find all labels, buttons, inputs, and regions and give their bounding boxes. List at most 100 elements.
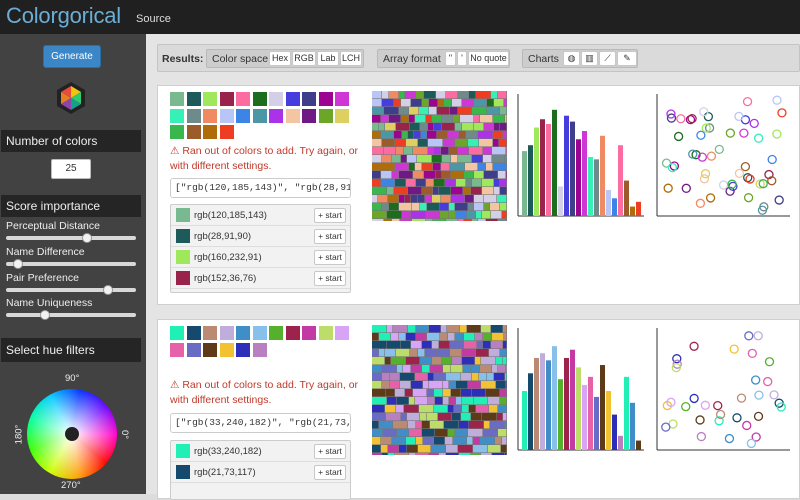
map-region xyxy=(491,211,501,218)
start-button[interactable]: + start xyxy=(314,271,346,286)
palette-swatch[interactable] xyxy=(220,109,234,123)
map-region xyxy=(468,139,478,146)
map-region xyxy=(472,389,485,396)
palette-swatch[interactable] xyxy=(170,109,184,123)
bar xyxy=(636,441,641,450)
name-difference-slider[interactable] xyxy=(6,262,136,266)
hue-wheel[interactable] xyxy=(27,389,117,479)
lch-button[interactable]: LCH xyxy=(340,51,362,66)
lab-button[interactable]: Lab xyxy=(317,51,339,66)
pair-preference-slider[interactable] xyxy=(6,288,136,292)
palette-swatch[interactable] xyxy=(302,326,316,340)
palette-swatch[interactable] xyxy=(335,92,349,106)
hue-label-180: 180° xyxy=(13,425,24,445)
palette-swatch[interactable] xyxy=(170,326,184,340)
palette-swatch[interactable] xyxy=(302,109,316,123)
palette-swatch[interactable] xyxy=(269,92,283,106)
palette-swatch[interactable] xyxy=(187,92,201,106)
start-button[interactable]: + start xyxy=(314,229,346,244)
palette-swatch[interactable] xyxy=(170,125,184,139)
palette-swatch[interactable] xyxy=(319,92,333,106)
start-button[interactable]: + start xyxy=(314,208,346,223)
palette-swatch[interactable] xyxy=(286,326,300,340)
number-of-colors-input[interactable]: 25 xyxy=(51,159,91,179)
start-button[interactable]: + start xyxy=(314,444,346,459)
color-row: rgb(21,73,117)+ start xyxy=(171,462,350,483)
palette-swatch[interactable] xyxy=(253,343,267,357)
palette-swatch[interactable] xyxy=(253,109,267,123)
palette-swatch[interactable] xyxy=(319,326,333,340)
palette-swatch[interactable] xyxy=(236,326,250,340)
map-region xyxy=(464,341,476,348)
double-quote-button[interactable]: " xyxy=(445,51,456,66)
palette-swatch[interactable] xyxy=(253,92,267,106)
map-region xyxy=(381,437,391,444)
warning-icon: ⚠ xyxy=(170,379,182,391)
map-region xyxy=(409,453,415,455)
color-array-output[interactable]: ["rgb(33,240,182)", "rgb(21,73,117)", "r… xyxy=(170,413,351,433)
palette-swatch[interactable] xyxy=(203,343,217,357)
palette-swatch[interactable] xyxy=(187,343,201,357)
map-region xyxy=(440,211,448,218)
palette-swatch[interactable] xyxy=(286,92,300,106)
palette-swatch[interactable] xyxy=(220,125,234,139)
palette-swatch[interactable] xyxy=(203,326,217,340)
palette-swatch[interactable] xyxy=(187,125,201,139)
palette-swatch[interactable] xyxy=(187,326,201,340)
bar xyxy=(606,391,611,450)
scatter-point xyxy=(743,421,751,429)
palette-swatch[interactable] xyxy=(220,326,234,340)
map-region xyxy=(390,381,399,388)
palette-swatch[interactable] xyxy=(236,92,250,106)
perceptual-distance-slider[interactable] xyxy=(6,236,136,240)
map-region xyxy=(490,203,499,210)
hex-button[interactable]: Hex xyxy=(269,51,291,66)
map-region xyxy=(409,397,414,404)
palette-swatch[interactable] xyxy=(220,92,234,106)
map-region xyxy=(406,139,417,146)
top-navbar: Colorgorical Source xyxy=(0,0,800,34)
slider-knob[interactable] xyxy=(13,259,23,269)
palette-swatch[interactable] xyxy=(335,326,349,340)
bar-chart-icon[interactable]: ▥ xyxy=(581,51,598,66)
map-region xyxy=(411,365,421,372)
palette-swatch[interactable] xyxy=(170,92,184,106)
palette-swatch[interactable] xyxy=(203,92,217,106)
map-region xyxy=(479,139,492,146)
palette-swatch[interactable] xyxy=(335,109,349,123)
palette-swatch[interactable] xyxy=(170,343,184,357)
map-region xyxy=(458,107,471,114)
map-region xyxy=(500,107,506,114)
palette-swatch[interactable] xyxy=(203,125,217,139)
palette-swatch[interactable] xyxy=(302,92,316,106)
palette-swatch[interactable] xyxy=(187,109,201,123)
palette-swatch[interactable] xyxy=(236,109,250,123)
map-region xyxy=(481,357,495,364)
start-button[interactable]: + start xyxy=(314,465,346,480)
single-quote-button[interactable]: ' xyxy=(457,51,467,66)
start-button[interactable]: + start xyxy=(314,250,346,265)
no-quote-button[interactable]: No quote xyxy=(468,51,509,66)
palette-swatch[interactable] xyxy=(236,343,250,357)
slider-knob[interactable] xyxy=(82,233,92,243)
color-array-output[interactable]: ["rgb(120,185,143)", "rgb(28,91,90)", "r… xyxy=(170,178,351,198)
name-uniqueness-slider[interactable] xyxy=(6,313,136,317)
rgb-button[interactable]: RGB xyxy=(292,51,316,66)
palette-swatch[interactable] xyxy=(203,109,217,123)
line-chart-icon[interactable]: ⟋ xyxy=(599,51,616,66)
palette-swatch[interactable] xyxy=(269,109,283,123)
generate-button[interactable]: Generate xyxy=(43,45,101,68)
brand-title[interactable]: Colorgorical xyxy=(6,3,121,29)
map-region xyxy=(443,381,448,388)
hue-label-90: 90° xyxy=(65,373,79,384)
source-link[interactable]: Source xyxy=(136,13,171,25)
palette-swatch[interactable] xyxy=(286,109,300,123)
slider-knob[interactable] xyxy=(40,310,50,320)
palette-swatch[interactable] xyxy=(253,326,267,340)
palette-icon[interactable]: ✎ xyxy=(617,51,637,66)
palette-swatch[interactable] xyxy=(319,109,333,123)
palette-swatch[interactable] xyxy=(269,326,283,340)
slider-knob[interactable] xyxy=(103,285,113,295)
palette-swatch[interactable] xyxy=(220,343,234,357)
globe-icon[interactable]: ◍ xyxy=(563,51,580,66)
